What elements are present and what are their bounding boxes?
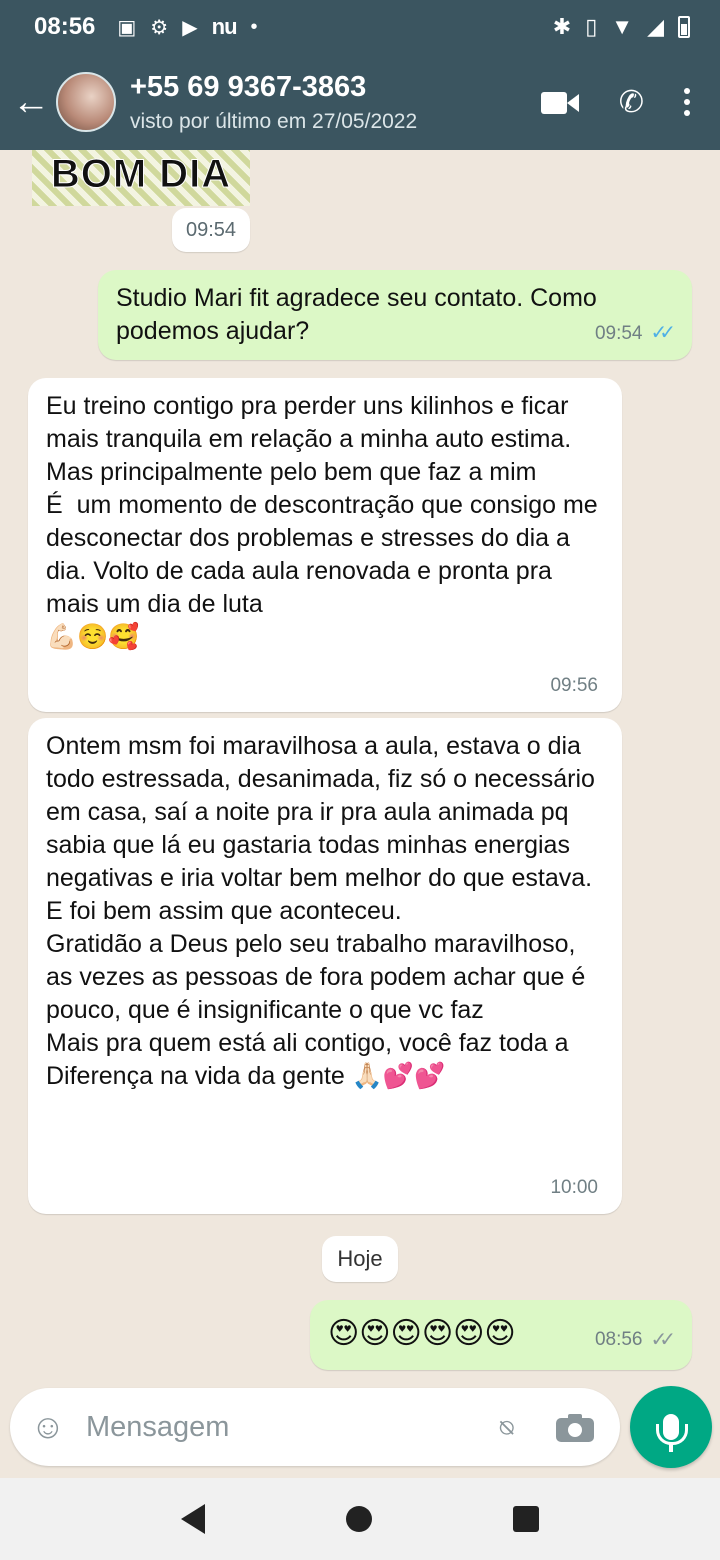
sticker-text: BOM DIA	[50, 152, 232, 197]
contact-info[interactable]: +55 69 9367-3863 visto por último em 27/…	[130, 70, 417, 134]
sticker-time: 09:54	[185, 219, 237, 241]
status-time: 08:56	[34, 13, 96, 40]
more-vert-icon[interactable]	[684, 88, 690, 116]
message-text: Ontem msm foi maravilhosa a aula, estava…	[46, 732, 595, 1090]
message-outgoing-1[interactable]: Studio Mari fit agradece seu contato. Co…	[98, 270, 692, 360]
nav-back-icon[interactable]	[180, 1504, 205, 1534]
sticker-time-chip: 09:54	[172, 208, 250, 252]
video-call-icon[interactable]	[540, 90, 579, 114]
camera-icon[interactable]	[556, 1412, 596, 1442]
phone-icon[interactable]: ✆	[619, 85, 644, 120]
message-time: 10:00	[550, 1177, 598, 1198]
gear-icon: ⚙	[150, 16, 169, 39]
system-nav-bar	[0, 1478, 720, 1560]
back-arrow-icon[interactable]: ←	[0, 81, 56, 124]
battery-icon	[678, 16, 690, 38]
date-chip-label: Hoje	[337, 1246, 383, 1271]
double-check-read-icon: ✓✓	[650, 322, 675, 344]
avatar[interactable]	[56, 72, 116, 132]
message-time: 08:56	[594, 1329, 643, 1350]
nubank-icon: nu	[211, 14, 238, 39]
date-chip: Hoje	[322, 1236, 398, 1282]
mic-icon	[656, 1414, 688, 1452]
top-bar: 08:56 ▣ ⚙ ▶ nu • ✱ ▯ ▼ ◢ ← +55 69 9367-3…	[0, 0, 720, 150]
chat-area[interactable]: BOM DIA 09:54 Studio Mari fit agradece s…	[0, 150, 720, 1380]
image-icon: ▣	[117, 16, 137, 39]
message-text: Studio Mari fit agradece seu contato. Co…	[116, 284, 604, 345]
status-bar: 08:56 ▣ ⚙ ▶ nu • ✱ ▯ ▼ ◢	[0, 0, 720, 54]
message-composer: ☺ ⌽	[10, 1388, 620, 1466]
signal-icon: ◢	[647, 14, 664, 39]
message-time: 09:54	[594, 323, 643, 344]
nav-recents-icon[interactable]	[513, 1506, 540, 1532]
youtube-icon: ▶	[182, 16, 198, 39]
chat-header: ← +55 69 9367-3863 visto por último em 2…	[0, 54, 720, 150]
attach-icon[interactable]: ⌽	[477, 1398, 535, 1456]
dot-icon: •	[250, 15, 258, 38]
message-text: Eu treino contigo pra perder uns kilinho…	[46, 392, 598, 651]
message-time: 09:56	[550, 675, 598, 696]
contact-name: +55 69 9367-3863	[130, 71, 367, 103]
double-check-icon: ✓✓	[650, 1329, 675, 1351]
header-actions: ✆	[540, 85, 720, 120]
message-input[interactable]	[86, 1410, 484, 1444]
message-meta: 10:00	[550, 1171, 598, 1204]
message-outgoing-2[interactable]: 😍😍😍😍😍😍 08:56 ✓✓	[310, 1300, 692, 1370]
bluetooth-icon: ✱	[552, 14, 572, 39]
last-seen: visto por último em 27/05/2022	[130, 110, 418, 133]
status-right-icons: ✱ ▯ ▼ ◢	[553, 14, 690, 40]
vibrate-icon: ▯	[585, 14, 598, 39]
mic-button[interactable]	[630, 1386, 712, 1468]
nav-home-icon[interactable]	[345, 1506, 372, 1532]
message-incoming-1[interactable]: Eu treino contigo pra perder uns kilinho…	[28, 378, 622, 712]
sticker-bom-dia[interactable]: BOM DIA	[32, 150, 250, 206]
message-meta: 08:56 ✓✓	[594, 1320, 676, 1360]
status-left-icons: ▣ ⚙ ▶ nu •	[117, 14, 257, 40]
message-incoming-2[interactable]: Ontem msm foi maravilhosa a aula, estava…	[28, 718, 622, 1214]
emoji-icon[interactable]: ☺	[10, 1408, 86, 1447]
message-meta: 09:56	[550, 669, 598, 702]
message-meta: 09:54 ✓✓	[594, 317, 676, 350]
wifi-icon: ▼	[611, 14, 634, 39]
